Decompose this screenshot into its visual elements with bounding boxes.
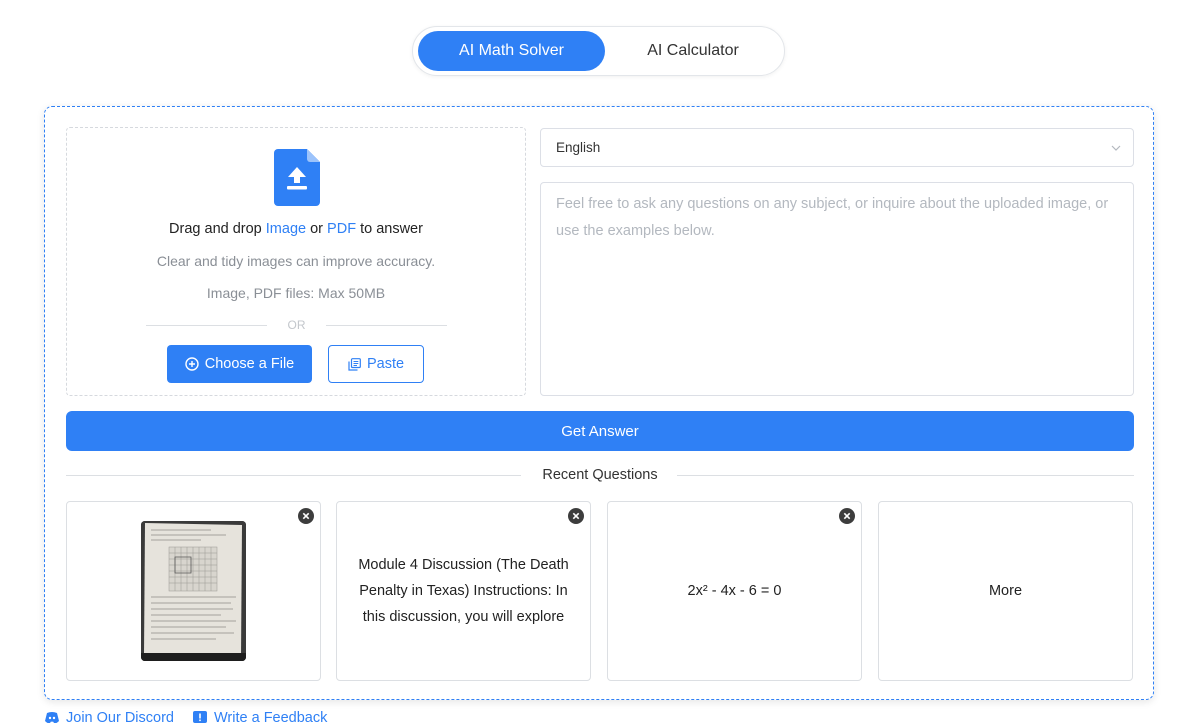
recent-question-text: Module 4 Discussion (The Death Penalty i… (358, 557, 569, 625)
discord-icon (45, 712, 59, 723)
question-input[interactable] (540, 182, 1134, 396)
or-divider: OR (146, 317, 447, 333)
language-select[interactable]: English (540, 128, 1134, 167)
close-circle-icon[interactable] (298, 508, 314, 524)
choose-file-button[interactable]: Choose a File (167, 345, 312, 383)
upload-title: Drag and drop Image or PDF to answer (169, 221, 423, 237)
solver-panel: Drag and drop Image or PDF to answer Cle… (44, 106, 1154, 700)
plus-circle-icon (185, 357, 199, 371)
language-selected-value: English (556, 140, 601, 155)
tab-ai-math-solver[interactable]: AI Math Solver (418, 31, 605, 71)
discord-link[interactable]: Join Our Discord (44, 710, 174, 723)
upload-dropzone[interactable]: Drag and drop Image or PDF to answer Cle… (66, 127, 526, 396)
file-upload-icon (274, 149, 320, 206)
close-circle-icon[interactable] (839, 508, 855, 524)
chevron-down-icon (1111, 145, 1121, 151)
question-thumbnail (141, 521, 246, 661)
recent-question-card[interactable]: Module 4 Discussion (The Death Penalty i… (336, 501, 591, 681)
mode-tabs: AI Math Solver AI Calculator (412, 26, 785, 76)
copy-icon (348, 357, 361, 371)
recent-question-card[interactable]: 2x² - 4x - 6 = 0 (607, 501, 862, 681)
recent-question-text: 2x² - 4x - 6 = 0 (687, 583, 782, 599)
feedback-icon (193, 711, 207, 723)
upload-size-hint: Image, PDF files: Max 50MB (206, 285, 386, 301)
image-link[interactable]: Image (266, 221, 306, 237)
pdf-link[interactable]: PDF (327, 221, 356, 237)
more-questions-card[interactable]: More (878, 501, 1133, 681)
recent-questions-header: Recent Questions (66, 466, 1134, 486)
tab-ai-calculator[interactable]: AI Calculator (605, 31, 781, 71)
paste-button[interactable]: Paste (328, 345, 424, 383)
more-label: More (988, 583, 1023, 599)
feedback-link[interactable]: Write a Feedback (192, 710, 327, 723)
upload-accuracy-hint: Clear and tidy images can improve accura… (156, 253, 436, 269)
recent-question-card[interactable] (66, 501, 321, 681)
close-circle-icon[interactable] (568, 508, 584, 524)
get-answer-button[interactable]: Get Answer (66, 411, 1134, 451)
